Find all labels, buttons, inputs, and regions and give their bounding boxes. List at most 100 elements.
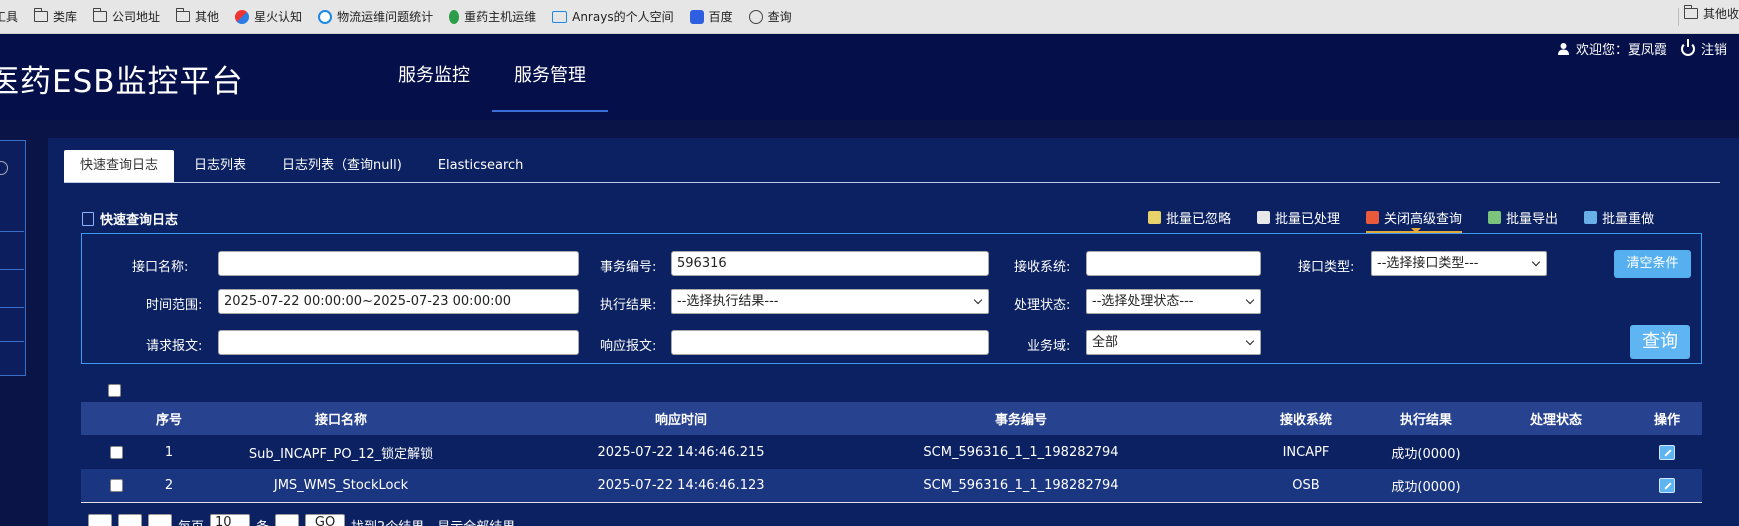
table-row[interactable]: 2 JMS_WMS_StockLock 2025-07-22 14:46:46.…	[81, 469, 1702, 503]
baidu-icon	[689, 9, 704, 24]
tab-log-list-null[interactable]: 日志列表（查询null)	[266, 150, 418, 182]
request-msg-label: 请求报文:	[146, 339, 203, 354]
next-page-button[interactable]	[148, 514, 172, 526]
table-row[interactable]: 1 Sub_INCAPF_PO_12_锁定解锁 2025-07-22 14:46…	[81, 435, 1702, 469]
batch-processed-button[interactable]: 批量已处理	[1257, 208, 1340, 227]
clear-conditions-button[interactable]: 清空条件	[1614, 250, 1691, 278]
per-page-label: 每页	[178, 516, 204, 526]
folder-icon	[33, 8, 49, 22]
bookmark-company[interactable]: 公司地址	[85, 5, 168, 29]
col-response-time: 响应时间	[654, 413, 707, 428]
row-checkbox-cell	[101, 469, 131, 502]
request-msg-input[interactable]	[218, 330, 579, 355]
transaction-no-label: 事务编号:	[600, 260, 657, 275]
cell-index: 1	[164, 444, 174, 460]
logout-link[interactable]: 注销	[1701, 39, 1727, 58]
folder-icon	[1683, 5, 1698, 19]
time-range-input[interactable]: 2025-07-22 00:00:00~2025-07-23 00:00:00	[218, 289, 579, 314]
tab-quick-query[interactable]: 快速查询日志	[64, 150, 175, 182]
power-icon[interactable]	[1680, 38, 1695, 56]
interface-name-input[interactable]	[218, 251, 579, 276]
exec-result-label: 执行结果:	[600, 298, 657, 313]
bookmark-personal[interactable]: Anrays的个人空间	[544, 5, 681, 29]
tab-log-list[interactable]: 日志列表	[178, 150, 262, 182]
cell-process-status	[1511, 435, 1601, 469]
cell-response-time: 2025-07-22 14:46:46.215	[597, 444, 765, 460]
time-range-label: 时间范围:	[146, 298, 203, 313]
bookmarks-bar: 工具 类库 公司地址 其他 星火认知 物流运维问题统计 重药主机运维 Anray…	[0, 0, 1739, 34]
app-header: 医药ESB监控平台 服务监控 服务管理 欢迎您：夏凤霞 注销	[0, 34, 1739, 120]
bookmark-other-folder[interactable]: 其他收	[1683, 5, 1739, 22]
pin-icon	[449, 9, 460, 24]
batch-redo-button[interactable]: 批量重做	[1584, 208, 1654, 227]
cell-actions	[1641, 435, 1693, 469]
cell-exec-result: 成功(0000)	[1391, 480, 1461, 495]
document-icon	[82, 211, 94, 226]
first-page-button[interactable]	[88, 514, 112, 526]
page-icon	[1257, 211, 1271, 224]
select-all-checkbox[interactable]	[108, 384, 121, 397]
cell-transaction-no: SCM_596316_1_1_198282794	[923, 478, 1119, 493]
go-button[interactable]: GO	[305, 514, 346, 526]
page-input[interactable]	[275, 514, 300, 526]
batch-export-button[interactable]: 批量导出	[1488, 208, 1558, 227]
interface-type-label: 接口类型:	[1298, 260, 1355, 275]
edit-icon[interactable]	[1659, 444, 1675, 460]
globe-icon	[748, 9, 763, 24]
redo-icon	[1584, 211, 1598, 224]
col-exec-result: 执行结果	[1399, 413, 1452, 428]
user-area: 欢迎您：夏凤霞 注销	[1557, 38, 1727, 58]
interface-name-label: 接口名称:	[132, 260, 189, 275]
cell-index: 2	[164, 478, 174, 493]
bookmark-baidu[interactable]: 百度	[682, 5, 741, 29]
business-domain-select[interactable]: 全部	[1086, 330, 1261, 355]
tab-elasticsearch[interactable]: Elasticsearch	[422, 150, 540, 182]
chart-icon	[318, 9, 333, 24]
row-checkbox[interactable]	[109, 445, 123, 459]
per-page-input[interactable]: 10	[210, 514, 251, 526]
bookmark-logistics[interactable]: 物流运维问题统计	[310, 5, 441, 29]
prev-page-button[interactable]	[118, 514, 142, 526]
col-receive-system: 接收系统	[1279, 413, 1332, 428]
bookmark-search[interactable]: 查询	[741, 5, 800, 29]
result-table: 序号 接口名称 响应时间 事务编号 接收系统 执行结果 处理状态 操作 1 Su…	[81, 402, 1702, 503]
process-status-select[interactable]: --选择处理状态---	[1086, 289, 1261, 314]
col-actions: 操作	[1653, 413, 1680, 428]
query-button[interactable]: 查询	[1630, 325, 1690, 359]
col-transaction-no: 事务编号	[994, 413, 1047, 428]
bookmark-tools[interactable]: 工具	[0, 5, 26, 29]
cell-receive-system: OSB	[1292, 478, 1320, 493]
bookmark-spark[interactable]: 星火认知	[227, 5, 310, 29]
cell-actions	[1641, 469, 1693, 502]
bookmark-other[interactable]: 其他	[168, 5, 227, 29]
exec-result-select[interactable]: --选择执行结果---	[671, 289, 989, 314]
section-title: 快速查询日志	[82, 209, 178, 228]
interface-type-select[interactable]: --选择接口类型---	[1371, 251, 1547, 276]
folder-icon	[175, 8, 191, 22]
col-interface-name: 接口名称	[314, 413, 367, 428]
nav-service-monitor[interactable]: 服务监控	[376, 34, 492, 112]
bookmark-host-ops[interactable]: 重药主机运维	[441, 5, 544, 29]
col-index: 序号	[155, 413, 182, 428]
main-nav: 服务监控 服务管理	[376, 34, 608, 112]
edit-icon[interactable]	[1659, 478, 1675, 493]
cell-receive-system: INCAPF	[1282, 444, 1330, 460]
batch-ignore-button[interactable]: 批量已忽略	[1148, 208, 1231, 227]
nav-service-management[interactable]: 服务管理	[492, 34, 608, 112]
side-menu-edge	[0, 140, 26, 376]
row-checkbox-cell	[101, 435, 131, 469]
receive-system-input[interactable]	[1086, 251, 1261, 276]
cell-exec-result: 成功(0000)	[1391, 446, 1461, 462]
response-msg-input[interactable]	[671, 330, 989, 355]
export-icon	[1488, 211, 1502, 224]
row-checkbox[interactable]	[109, 479, 123, 492]
transaction-no-input[interactable]: 596316	[671, 251, 989, 276]
tab-bar: 快速查询日志 日志列表 日志列表（查询null) Elasticsearch	[64, 150, 1720, 183]
cell-process-status	[1511, 469, 1601, 502]
bookmark-libs[interactable]: 类库	[26, 5, 85, 29]
pagination: 每页 10 条 GO 找到2个结果，显示全部结果	[88, 514, 515, 526]
collapse-icon[interactable]	[0, 161, 8, 175]
business-domain-label: 业务域:	[1027, 339, 1071, 354]
spark-icon	[235, 9, 250, 24]
close-advanced-query-button[interactable]: 关闭高级查询	[1366, 208, 1463, 233]
